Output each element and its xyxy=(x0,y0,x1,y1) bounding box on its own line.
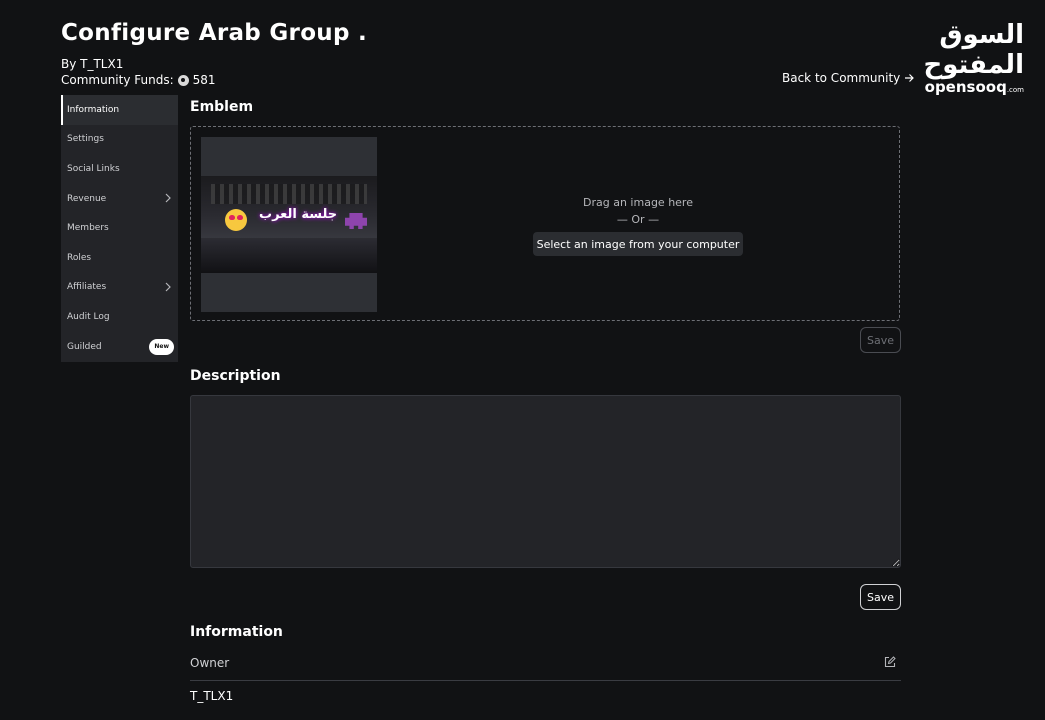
description-section-title: Description xyxy=(190,368,281,384)
new-badge: New xyxy=(149,338,174,355)
information-section-title: Information xyxy=(190,624,283,640)
space-invader-icon xyxy=(345,213,367,229)
chevron-right-icon xyxy=(165,193,171,203)
sidebar-item-label: Roles xyxy=(67,252,92,263)
community-funds-value: 581 xyxy=(192,73,216,87)
emblem-section-title: Emblem xyxy=(190,99,254,115)
sidebar-item-audit-log[interactable]: Audit Log xyxy=(61,302,178,332)
sidebar-item-label: Information xyxy=(67,104,120,115)
owner-value: T_TLX1 xyxy=(190,689,234,703)
information-divider xyxy=(190,680,901,681)
sidebar-item-label: Settings xyxy=(67,134,104,145)
community-owner-byline: By T_TLX1 xyxy=(61,57,124,71)
heart-eyes-emoji-icon xyxy=(225,209,247,231)
opensooq-logo: السوق المفتوح opensooq.com xyxy=(872,20,1024,99)
or-separator: — Or — xyxy=(616,213,660,226)
sidebar-item-label: Audit Log xyxy=(67,311,110,322)
sidebar-item-members[interactable]: Members xyxy=(61,213,178,243)
chevron-right-icon xyxy=(165,282,171,291)
sidebar-item-affiliates[interactable]: Affiliates xyxy=(61,273,178,303)
emblem-dropzone[interactable]: جلسة العرب Drag an image here — Or — Sel… xyxy=(190,126,900,321)
sidebar-item-revenue[interactable]: Revenue xyxy=(61,184,178,214)
sidebar-item-social-links[interactable]: Social Links xyxy=(61,154,178,184)
select-image-button[interactable]: Select an image from your computer xyxy=(533,232,743,256)
sidebar-item-information[interactable]: Information xyxy=(61,95,178,125)
sidebar-item-roles[interactable]: Roles xyxy=(61,243,178,273)
emblem-preview: جلسة العرب xyxy=(201,137,377,312)
owner-label: Owner xyxy=(190,656,230,670)
settings-sidebar: Information Settings Social Links Revenu… xyxy=(61,95,178,362)
coin-icon xyxy=(177,74,189,86)
description-textarea[interactable] xyxy=(190,395,901,568)
page-title: Configure Arab Group . xyxy=(61,20,368,46)
logo-english-name: opensooq xyxy=(924,78,1007,96)
sidebar-item-settings[interactable]: Settings xyxy=(61,125,178,155)
sidebar-item-guilded[interactable]: Guilded New xyxy=(61,332,178,362)
emblem-save-button[interactable]: Save xyxy=(860,327,901,353)
community-funds-label: Community Funds: xyxy=(61,73,174,87)
back-to-community-link[interactable]: Back to Community xyxy=(782,71,915,85)
edit-icon[interactable] xyxy=(884,656,896,668)
back-to-community-label: Back to Community xyxy=(782,71,901,85)
description-save-button[interactable]: Save xyxy=(860,584,901,610)
emblem-image: جلسة العرب xyxy=(201,176,377,273)
emblem-image-text: جلسة العرب xyxy=(259,207,338,222)
stage-floor xyxy=(201,238,377,273)
sidebar-item-label: Members xyxy=(67,223,109,234)
sidebar-item-label: Social Links xyxy=(67,163,120,174)
drag-image-text: Drag an image here xyxy=(583,196,693,209)
arrow-right-icon xyxy=(905,74,915,82)
logo-english-suffix: .com xyxy=(1006,86,1024,94)
community-funds: Community Funds: 581 xyxy=(61,73,216,87)
sidebar-item-label: Revenue xyxy=(67,193,107,204)
sidebar-item-label: Guilded xyxy=(67,341,102,352)
stage-lights xyxy=(211,184,367,204)
sidebar-item-label: Affiliates xyxy=(67,282,107,293)
page: Configure Arab Group . By T_TLX1 Communi… xyxy=(0,0,1045,720)
